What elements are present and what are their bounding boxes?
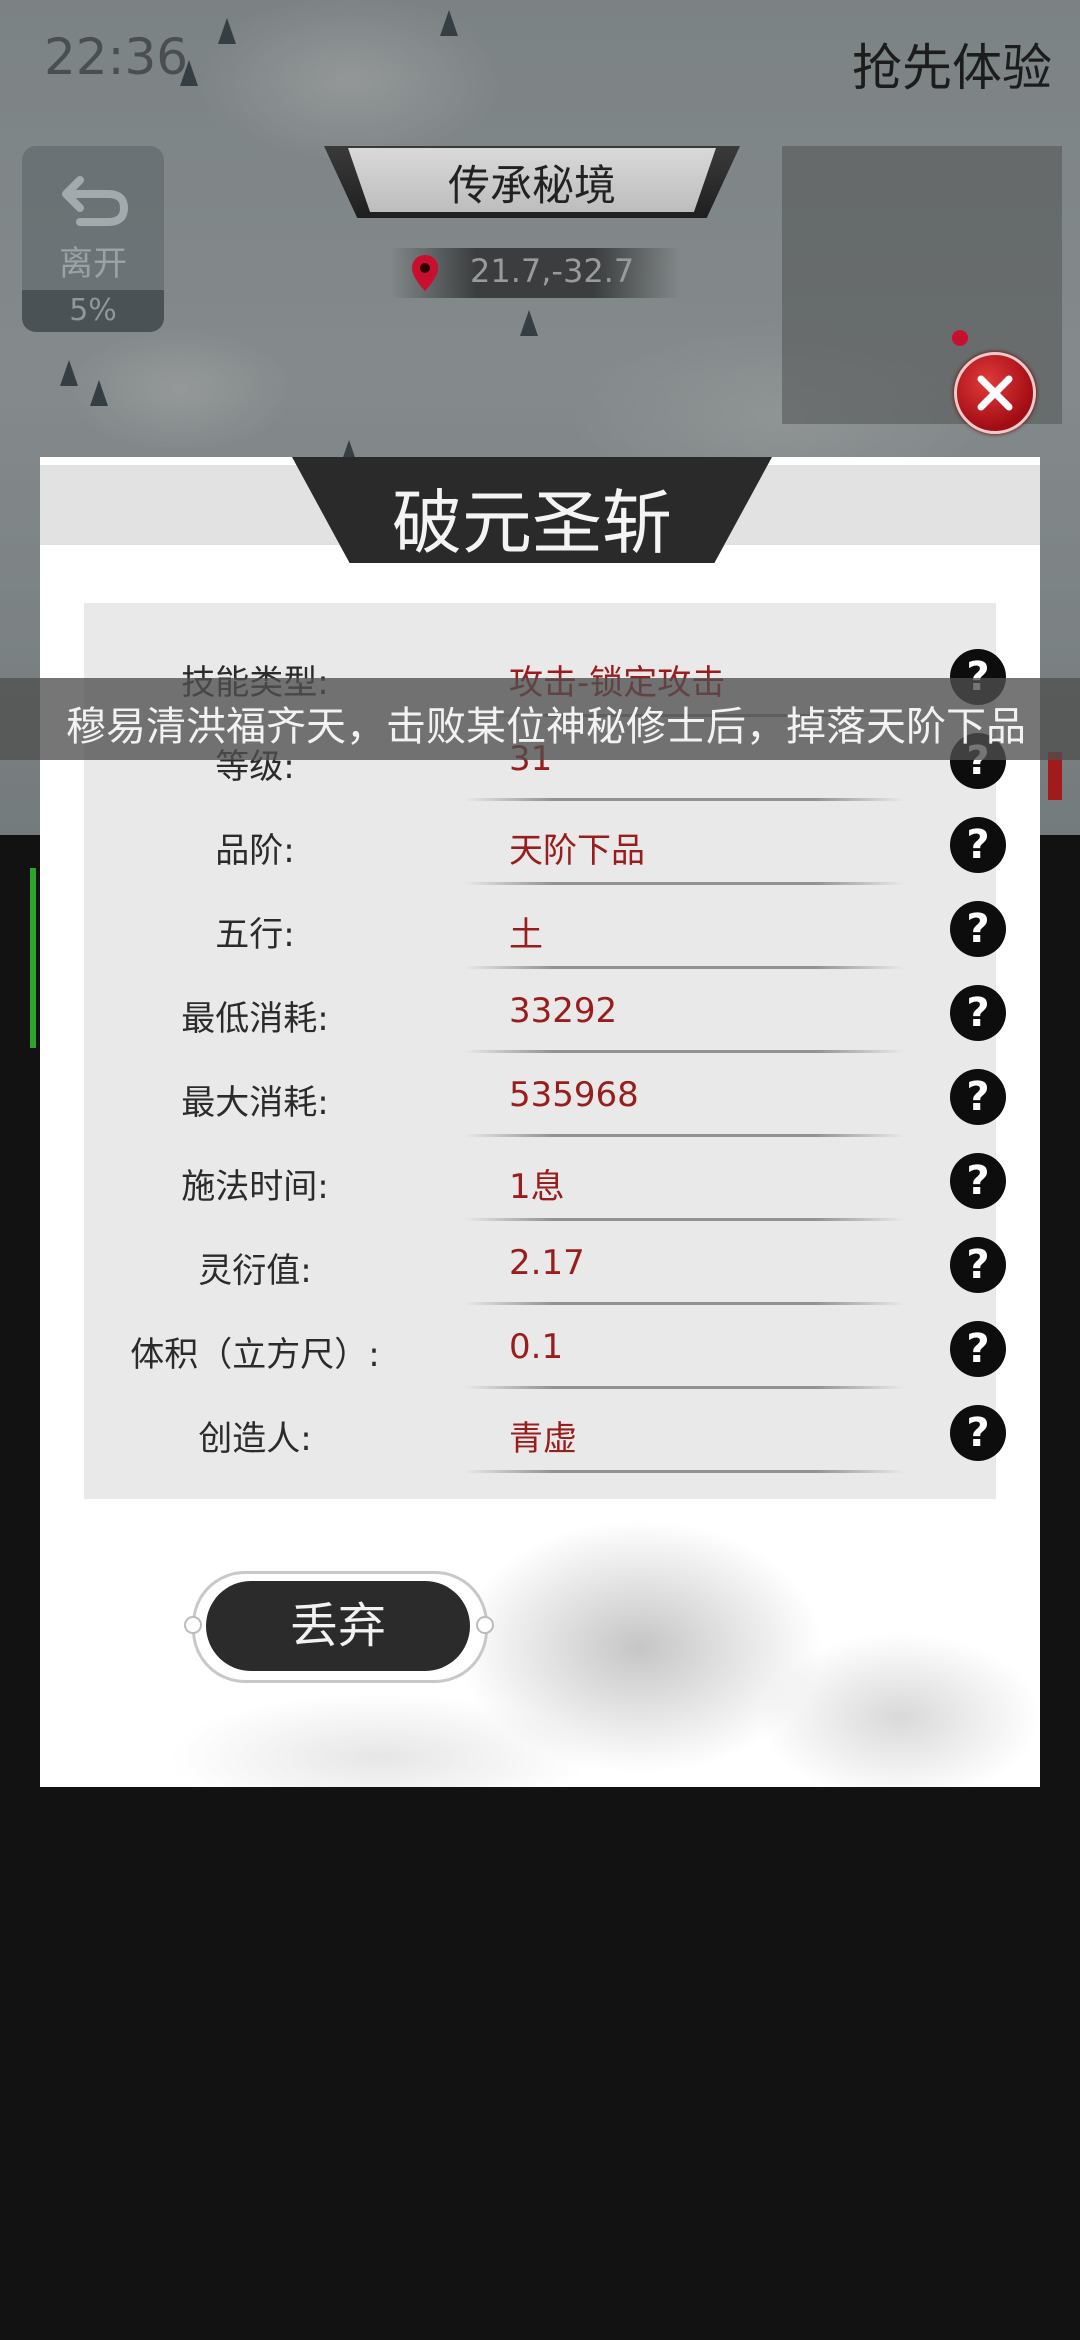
dialog-title: 破元圣斩 xyxy=(392,482,672,564)
stat-value: 天阶下品 xyxy=(509,831,645,871)
stat-value: 2.17 xyxy=(509,1243,585,1283)
row-divider xyxy=(464,1470,904,1473)
stat-row: 施法时间: 1息 ? xyxy=(84,1137,1006,1221)
stat-row: 最大消耗: 535968 ? xyxy=(84,1053,1006,1137)
stat-label: 最低消耗: xyxy=(181,999,329,1039)
stat-label: 最大消耗: xyxy=(181,1083,329,1123)
stat-row: 最低消耗: 33292 ? xyxy=(84,969,1006,1053)
status-time: 22:36 xyxy=(44,28,189,86)
discard-button[interactable]: 丢弃 xyxy=(206,1581,470,1671)
help-icon[interactable]: ? xyxy=(950,1153,1006,1209)
stat-value: 33292 xyxy=(509,991,618,1031)
stat-row: 体积（立方尺）: 0.1 ? xyxy=(84,1305,1006,1389)
announcement-banner: 穆易清洪福齐天，击败某位神秘修士后，掉落天阶下品 xyxy=(0,678,1080,760)
stat-label: 施法时间: xyxy=(181,1167,329,1207)
button-knob xyxy=(184,1616,202,1634)
stat-value: 0.1 xyxy=(509,1327,564,1367)
close-button[interactable] xyxy=(954,352,1036,434)
help-icon[interactable]: ? xyxy=(950,817,1006,873)
help-icon[interactable]: ? xyxy=(950,1237,1006,1293)
stat-value: 1息 xyxy=(509,1167,565,1207)
coords-readout: 21.7,-32.7 xyxy=(470,252,635,290)
stat-label: 灵衍值: xyxy=(198,1251,312,1291)
player-marker xyxy=(952,330,968,346)
stat-row: 品阶: 天阶下品 ? xyxy=(84,801,1006,885)
side-edge-marker xyxy=(30,868,36,1048)
stat-label: 品阶: xyxy=(215,831,295,871)
stat-label: 体积（立方尺）: xyxy=(130,1335,380,1375)
stat-value: 青虚 xyxy=(509,1419,577,1459)
skill-detail-dialog: 破元圣斩 技能类型: 攻击-锁定攻击 ? 等级: 31 ? 品阶: 天阶下品 ?… xyxy=(40,457,1040,1787)
stat-label: 创造人: xyxy=(198,1419,312,1459)
stat-row: 五行: 土 ? xyxy=(84,885,1006,969)
stat-value: 535968 xyxy=(509,1075,639,1115)
stat-label: 五行: xyxy=(215,915,295,955)
close-icon xyxy=(977,375,1013,411)
help-icon[interactable]: ? xyxy=(950,1069,1006,1125)
stat-row: 创造人: 青虚 ? xyxy=(84,1389,1006,1473)
help-icon[interactable]: ? xyxy=(950,985,1006,1041)
help-icon[interactable]: ? xyxy=(950,1405,1006,1461)
leave-progress: 5% xyxy=(22,290,164,332)
location-pin-icon xyxy=(412,255,438,291)
leave-label: 离开 xyxy=(59,244,127,284)
announcement-text: 穆易清洪福齐天，击败某位神秘修士后，掉落天阶下品 xyxy=(66,704,1026,750)
help-icon[interactable]: ? xyxy=(950,1321,1006,1377)
early-access-label[interactable]: 抢先体验 xyxy=(852,28,1052,100)
leave-button[interactable]: 离开 5% xyxy=(22,146,164,332)
button-knob xyxy=(476,1616,494,1634)
stat-row: 灵衍值: 2.17 ? xyxy=(84,1221,1006,1305)
stat-value: 土 xyxy=(509,915,543,955)
map-title: 传承秘境 xyxy=(447,161,616,210)
help-icon[interactable]: ? xyxy=(950,901,1006,957)
return-arrow-icon xyxy=(62,176,129,226)
